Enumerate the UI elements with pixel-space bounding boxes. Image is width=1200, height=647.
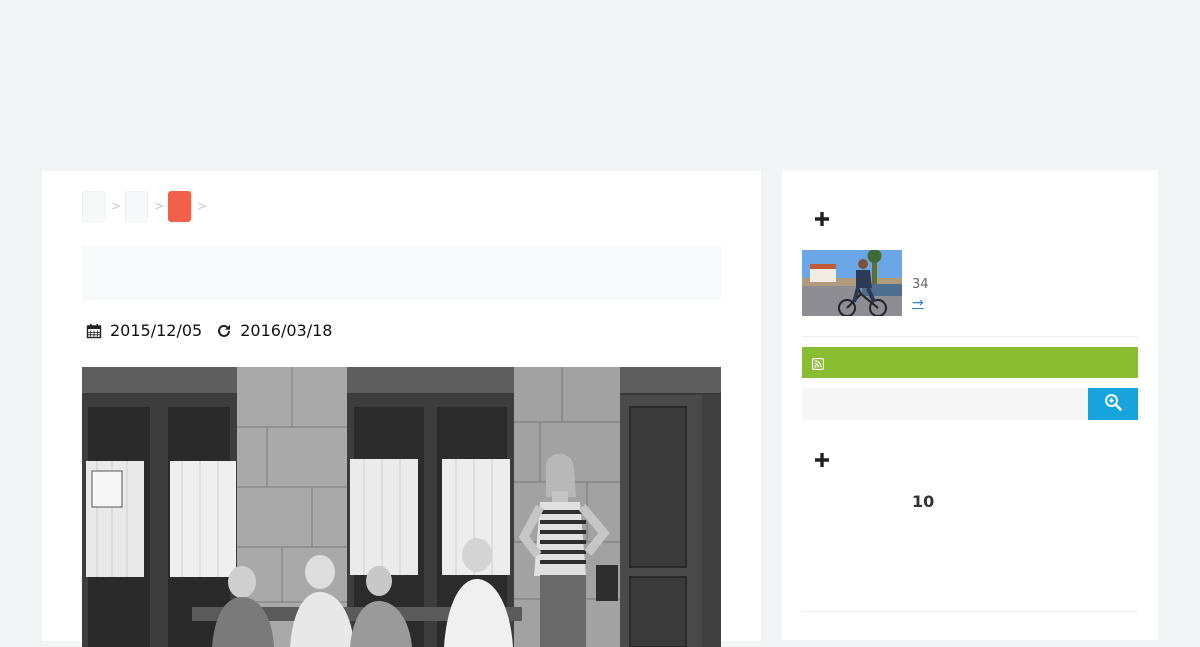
popular-post-more-link[interactable]: → [912, 295, 924, 311]
sidebar-divider [802, 611, 1138, 612]
rss-feed-bar[interactable] [802, 347, 1138, 378]
popular-post-views: 34 [912, 277, 929, 292]
post-meta: 2015/12/05 2016/03/18 [86, 321, 332, 340]
article-photo [82, 367, 721, 647]
breadcrumb-separator: > [111, 199, 122, 213]
breadcrumb-item-category[interactable] [125, 190, 149, 222]
published-date: 2015/12/05 [110, 321, 203, 340]
breadcrumb-separator: > [154, 199, 165, 213]
widget-count: 10 [912, 492, 935, 511]
sidebar-divider [802, 336, 1138, 337]
breadcrumb-item-home[interactable] [82, 190, 105, 222]
breadcrumb-separator: > [197, 199, 208, 213]
calendar-icon [86, 323, 102, 339]
search-input[interactable] [802, 388, 1088, 420]
zoom-in-icon [1104, 393, 1122, 415]
plus-icon[interactable] [813, 210, 831, 228]
article-card: > > > 2015/12/05 2016/03/18 [42, 171, 761, 647]
search-button[interactable] [1088, 388, 1138, 420]
refresh-icon [216, 323, 232, 339]
updated-date: 2016/03/18 [240, 321, 333, 340]
breadcrumb: > > > [82, 190, 211, 222]
article-title-block [82, 245, 721, 300]
breadcrumb-item-current[interactable] [168, 190, 192, 222]
plus-icon[interactable] [813, 451, 831, 469]
rss-icon [811, 355, 825, 371]
sidebar: 34 → 10 [782, 170, 1158, 640]
popular-post-thumbnail[interactable] [802, 250, 902, 316]
